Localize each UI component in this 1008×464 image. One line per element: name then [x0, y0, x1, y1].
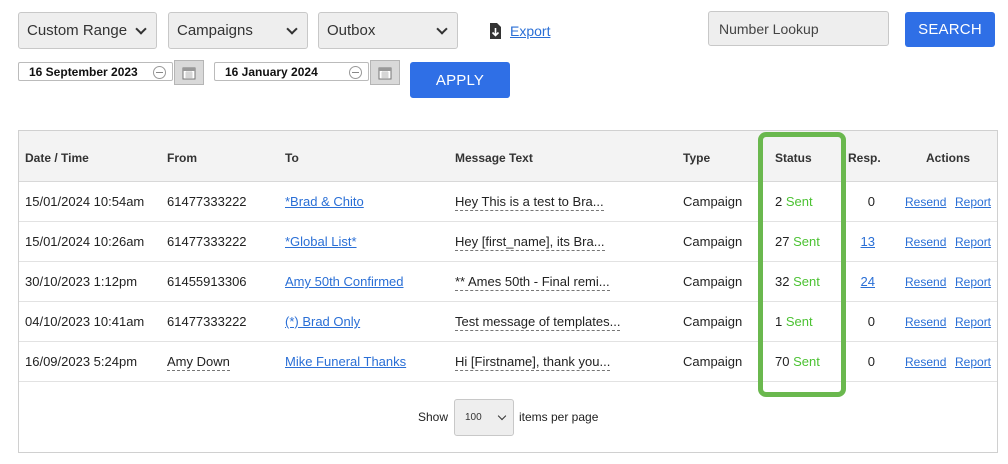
chevron-down-icon — [286, 22, 298, 35]
resend-link[interactable]: Resend — [905, 355, 946, 369]
end-date-input[interactable]: 16 January 2024 — [214, 62, 369, 81]
items-per-page-select[interactable]: 100 — [454, 399, 514, 436]
number-lookup-input[interactable]: Number Lookup — [708, 11, 889, 46]
report-link[interactable]: Report — [955, 315, 991, 329]
header-date: Date / Time — [25, 151, 89, 165]
table-header: Date / Time From To Message Text Type St… — [19, 131, 997, 182]
response-count: 0 — [867, 194, 875, 209]
table-row: 15/01/2024 10:54am 61477333222 *Brad & Chi… — [19, 182, 997, 222]
resend-link[interactable]: Resend — [905, 275, 946, 289]
search-button[interactable]: SEARCH — [905, 12, 995, 47]
header-resp: Resp. — [848, 151, 881, 165]
chevron-down-icon — [497, 411, 507, 420]
calendar-icon — [378, 67, 392, 79]
table-row: 30/10/2023 1:12pm 61455913306 Amy 50th Con… — [19, 262, 997, 302]
header-to: To — [285, 151, 299, 165]
table-row: 15/01/2024 10:26am 61477333222 *Global Lis… — [19, 222, 997, 262]
table-row: 04/10/2023 10:41am 61477333222 (*) Brad On… — [19, 302, 997, 342]
response-count: 0 — [867, 354, 875, 369]
resend-link[interactable]: Resend — [905, 235, 946, 249]
export-link[interactable]: Export — [510, 23, 550, 39]
header-from: From — [167, 151, 197, 165]
start-date-input[interactable]: 16 September 2023 — [18, 62, 173, 81]
report-link[interactable]: Report — [955, 275, 991, 289]
header-status: Status — [775, 151, 812, 165]
report-link[interactable]: Report — [955, 355, 991, 369]
response-count[interactable]: 24 — [19, 274, 897, 289]
campaign-type-select[interactable]: Campaigns — [168, 12, 308, 49]
response-count[interactable]: 13 — [19, 234, 897, 249]
number-lookup-placeholder: Number Lookup — [719, 20, 819, 37]
end-date-value: 16 January 2024 — [225, 64, 318, 79]
response-count: 0 — [867, 314, 875, 329]
campaign-type-select-value: Campaigns — [177, 22, 253, 39]
resend-link[interactable]: Resend — [905, 195, 946, 209]
items-per-page-value: 100 — [465, 412, 482, 423]
export-icon — [490, 23, 501, 39]
export-button[interactable]: Export — [489, 22, 550, 40]
box-select-value: Outbox — [327, 22, 376, 39]
calendar-icon — [182, 67, 196, 79]
range-select[interactable]: Custom Range — [18, 12, 157, 49]
table-row: 16/09/2023 5:24pm Amy Down Mike Funeral Th… — [19, 342, 997, 382]
header-actions: Actions — [926, 151, 971, 165]
resend-link[interactable]: Resend — [905, 315, 946, 329]
items-per-page-label: items per page — [519, 410, 599, 424]
clear-icon[interactable] — [153, 66, 166, 79]
report-link[interactable]: Report — [955, 235, 991, 249]
messages-table: Date / Time From To Message Text Type St… — [18, 130, 998, 453]
start-date-value: 16 September 2023 — [29, 64, 138, 79]
range-select-value: Custom Range — [27, 22, 128, 39]
clear-icon[interactable] — [349, 66, 362, 79]
end-date-calendar-button[interactable] — [370, 60, 400, 85]
report-link[interactable]: Report — [955, 195, 991, 209]
box-select[interactable]: Outbox — [318, 12, 458, 49]
start-date-calendar-button[interactable] — [174, 60, 204, 85]
chevron-down-icon — [135, 22, 147, 35]
header-type: Type — [683, 151, 711, 165]
show-label: Show — [418, 410, 449, 424]
header-message: Message Text — [455, 151, 533, 165]
chevron-down-icon — [436, 22, 448, 35]
pagination: Show 100 items per page — [19, 399, 997, 436]
apply-button[interactable]: APPLY — [410, 62, 510, 98]
